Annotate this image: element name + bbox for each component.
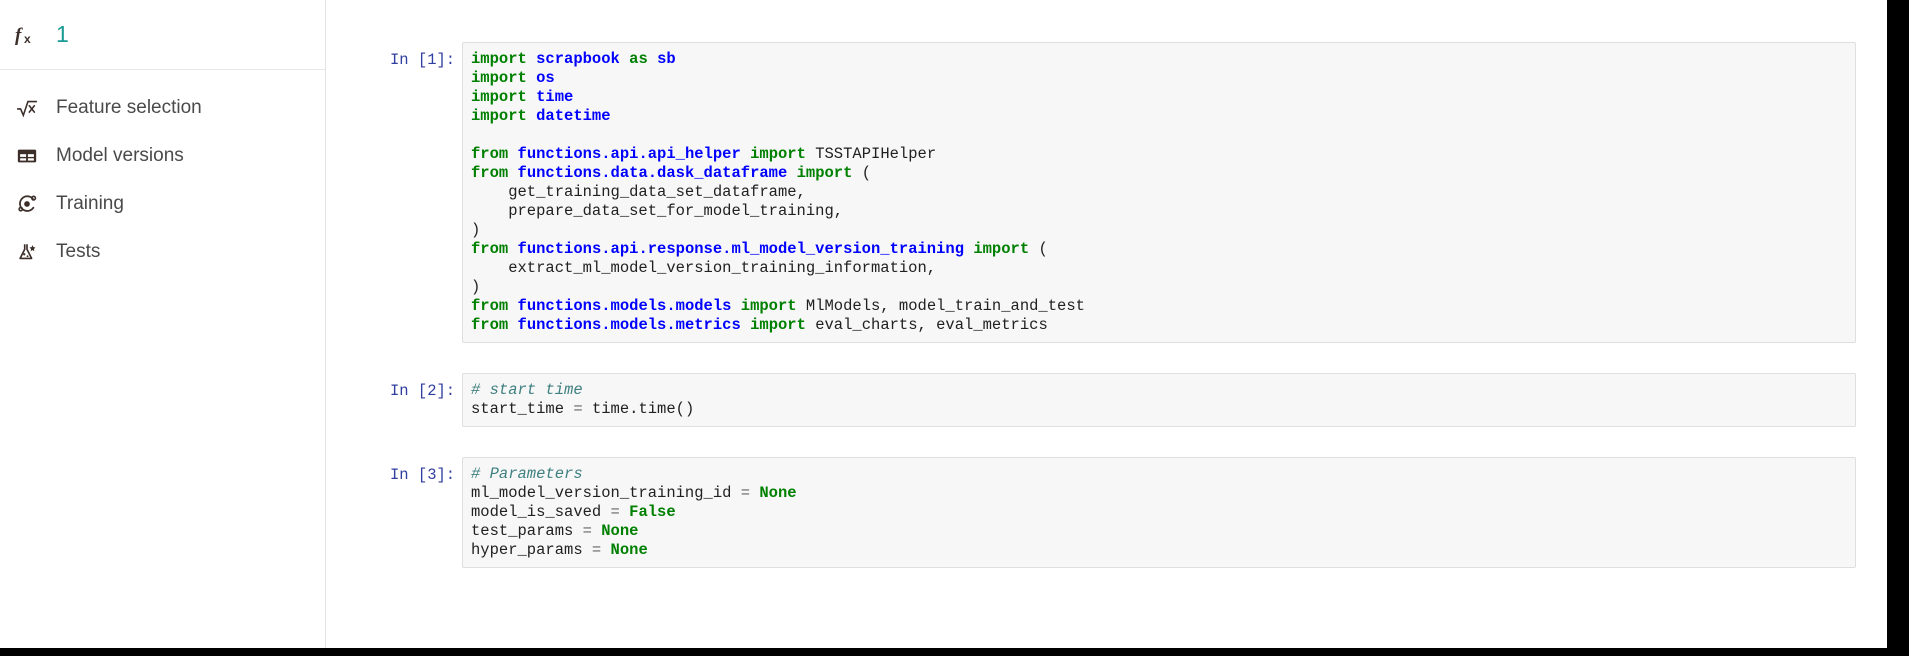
table-grid-icon bbox=[12, 145, 42, 167]
notebook-title: 1 bbox=[56, 21, 69, 47]
sidebar-item-label: Feature selection bbox=[56, 97, 202, 118]
sidebar-item-model-versions[interactable]: Model versions bbox=[0, 132, 325, 180]
sidebar-nav: Feature selection Model versions Trainin… bbox=[0, 70, 325, 276]
sidebar-item-feature-selection[interactable]: Feature selection bbox=[0, 84, 325, 132]
svg-text:x: x bbox=[24, 32, 31, 46]
sidebar-item-label: Model versions bbox=[56, 145, 184, 166]
cell-source[interactable]: # Parameters ml_model_version_training_i… bbox=[471, 465, 1855, 560]
cell-prompt: In [2]: bbox=[390, 382, 456, 400]
cell-source[interactable]: # start time start_time = time.time() bbox=[471, 381, 1855, 419]
cell-input-area[interactable]: import scrapbook as sb import os import … bbox=[462, 42, 1856, 343]
sidebar-item-label: Tests bbox=[56, 241, 101, 262]
notebook-cell[interactable]: In [3]: # Parameters ml_model_version_tr… bbox=[390, 457, 1856, 568]
svg-text:f: f bbox=[15, 25, 23, 46]
notebook-cell[interactable]: In [2]: # start time start_time = time.t… bbox=[390, 373, 1856, 427]
square-root-icon bbox=[12, 97, 42, 119]
notebook-cell[interactable]: In [1]: import scrapbook as sb import os… bbox=[390, 42, 1856, 343]
cell-prompt: In [1]: bbox=[390, 51, 456, 69]
cell-input-area[interactable]: # Parameters ml_model_version_training_i… bbox=[462, 457, 1856, 568]
cell-source[interactable]: import scrapbook as sb import os import … bbox=[471, 50, 1855, 335]
atom-orbit-icon bbox=[12, 193, 42, 215]
sidebar: f x 1 Feature selection Model versions T… bbox=[0, 0, 326, 656]
right-edge-strip bbox=[1887, 0, 1909, 648]
sidebar-item-tests[interactable]: Tests bbox=[0, 228, 325, 276]
cell-prompt: In [3]: bbox=[390, 466, 456, 484]
sidebar-header: f x 1 bbox=[0, 0, 325, 70]
flask-test-icon bbox=[12, 241, 42, 263]
notebook-scroll-area[interactable]: In [1]: import scrapbook as sb import os… bbox=[326, 0, 1909, 656]
cell-input-area[interactable]: # start time start_time = time.time() bbox=[462, 373, 1856, 427]
function-fx-icon: f x bbox=[12, 23, 42, 47]
notebook-app: f x 1 Feature selection Model versions T… bbox=[0, 0, 1909, 656]
sidebar-item-training[interactable]: Training bbox=[0, 180, 325, 228]
sidebar-item-label: Training bbox=[56, 193, 124, 214]
bottom-edge-strip bbox=[0, 648, 1909, 656]
